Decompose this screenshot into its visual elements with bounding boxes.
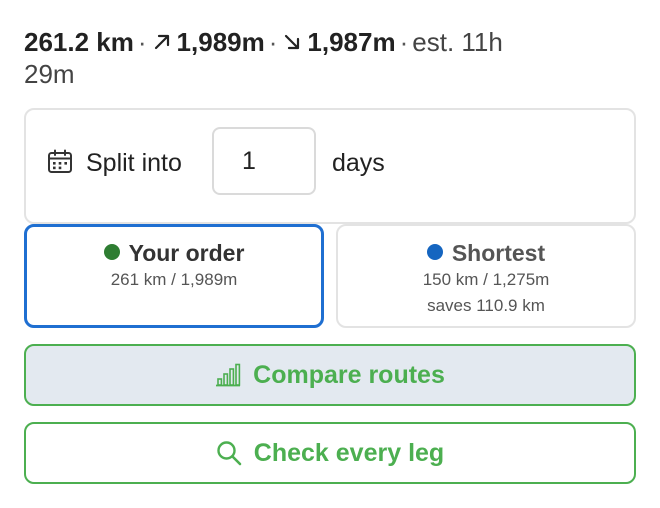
separator: · bbox=[399, 27, 409, 57]
arrow-down-right-icon bbox=[285, 34, 300, 50]
split-days-card: Split into days bbox=[24, 108, 636, 224]
green-dot-icon bbox=[103, 244, 120, 260]
your-order-label: Your order bbox=[128, 240, 245, 266]
split-into-label: Split into bbox=[86, 149, 182, 177]
shortest-order-option[interactable]: Shortest 150 km / 1,275m saves 110.9 km bbox=[336, 224, 636, 328]
separator: · bbox=[137, 27, 147, 57]
your-order-title: Your order bbox=[27, 239, 321, 267]
calendar-icon bbox=[48, 149, 72, 173]
total-ascent: 1,989m bbox=[151, 27, 265, 57]
total-ascent-value: 1,989m bbox=[176, 27, 265, 57]
days-label: days bbox=[332, 149, 385, 177]
shortest-label: Shortest bbox=[451, 240, 546, 266]
arrow-up-right-icon bbox=[154, 34, 169, 50]
shortest-savings: saves 110.9 km bbox=[427, 296, 545, 315]
shortest-title: Shortest bbox=[338, 239, 634, 267]
route-summary: 261.2 km · 1,989m · 1,987m · est. 11h 29m bbox=[24, 26, 636, 90]
total-descent-value: 1,987m bbox=[307, 27, 396, 57]
check-every-leg-button[interactable]: Check every leg bbox=[24, 422, 636, 484]
estimated-time: est. 11h bbox=[412, 27, 503, 57]
compare-routes-label: Compare routes bbox=[253, 360, 445, 389]
days-input[interactable] bbox=[212, 127, 316, 195]
check-every-leg-label: Check every leg bbox=[253, 438, 445, 467]
your-order-stats: 261 km / 1,989m bbox=[110, 270, 238, 289]
total-distance: 261.2 km bbox=[24, 27, 134, 57]
separator: · bbox=[268, 27, 278, 57]
shortest-stats: 150 km / 1,275m bbox=[422, 270, 550, 289]
your-order-option[interactable]: Your order 261 km / 1,989m bbox=[24, 224, 324, 328]
total-descent: 1,987m bbox=[281, 27, 396, 57]
compare-routes-button[interactable]: Compare routes bbox=[24, 344, 636, 406]
estimated-time-remainder: 29m bbox=[24, 59, 75, 89]
search-icon bbox=[217, 441, 242, 466]
blue-dot-icon bbox=[426, 244, 443, 260]
bar-chart-icon bbox=[216, 363, 241, 387]
